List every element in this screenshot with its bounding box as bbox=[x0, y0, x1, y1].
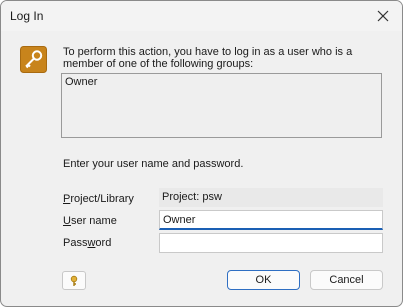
instruction-text: Enter your user name and password. bbox=[63, 158, 244, 170]
window-title: Log In bbox=[10, 9, 44, 23]
username-input[interactable]: Owner bbox=[159, 210, 383, 230]
password-input[interactable] bbox=[159, 233, 383, 253]
group-item[interactable]: Owner bbox=[65, 76, 378, 88]
project-label: Project/Library bbox=[63, 193, 134, 205]
intro-text: To perform this action, you have to log … bbox=[63, 46, 353, 70]
change-password-button[interactable] bbox=[62, 271, 86, 290]
close-icon bbox=[377, 10, 389, 22]
groups-list[interactable]: Owner bbox=[61, 73, 382, 138]
cancel-button[interactable]: Cancel bbox=[310, 270, 383, 290]
title-bar: Log In bbox=[1, 1, 402, 31]
username-label: User name bbox=[63, 215, 117, 227]
key-icon bbox=[20, 46, 47, 73]
password-label: Password bbox=[63, 237, 112, 249]
close-button[interactable] bbox=[372, 5, 394, 27]
ok-button[interactable]: OK bbox=[227, 270, 300, 290]
project-value: Project: psw bbox=[159, 188, 383, 207]
key-small-icon bbox=[70, 275, 78, 286]
login-dialog: Log In To perform this action, you have … bbox=[0, 0, 403, 307]
